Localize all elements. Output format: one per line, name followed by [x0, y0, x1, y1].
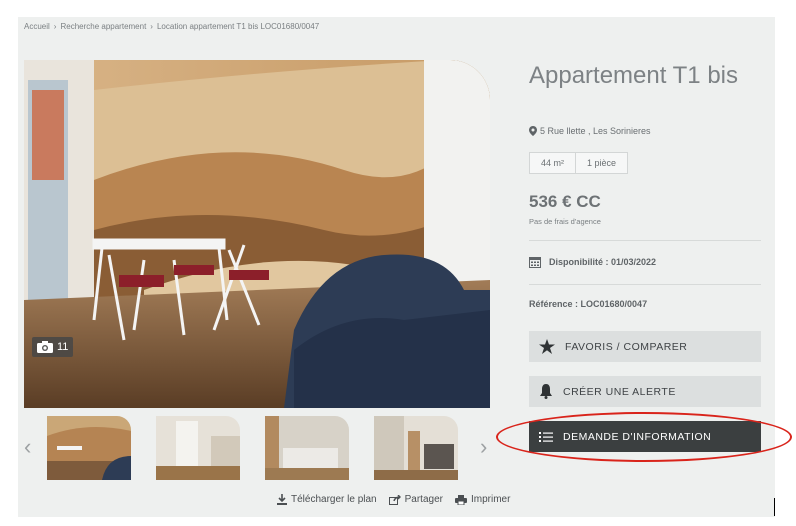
address-text: 5 Rue llette , Les Sorinieres: [540, 126, 651, 136]
download-plan-label: Télécharger le plan: [291, 494, 377, 505]
download-plan-link[interactable]: Télécharger le plan: [277, 494, 377, 505]
rooms-chip: 1 pièce: [576, 152, 629, 174]
star-icon: [539, 339, 555, 354]
breadcrumb: Accueil › Recherche appartement › Locati…: [24, 22, 319, 31]
print-link[interactable]: Imprimer: [454, 494, 511, 505]
reference: Référence : LOC01680/0047: [529, 299, 648, 309]
bell-icon: [540, 384, 552, 399]
breadcrumb-separator: ›: [150, 22, 153, 31]
photo-actions: Télécharger le plan Partager Imprimer: [277, 494, 510, 505]
chevron-right-icon[interactable]: ›: [480, 436, 487, 458]
availability-text: Disponibilité : 01/03/2022: [549, 257, 657, 267]
list-icon: [539, 431, 553, 442]
main-photo[interactable]: [24, 60, 490, 408]
listing-price: 536 € CC: [529, 192, 601, 211]
share-icon: [388, 494, 401, 505]
breadcrumb-current: Location appartement T1 bis LOC01680/004…: [156, 22, 320, 31]
agency-fees-note: Pas de frais d'agence: [529, 217, 601, 226]
photo-count-badge[interactable]: 11: [32, 337, 74, 357]
map-pin-icon: [529, 126, 537, 136]
information-request-label: DEMANDE D'INFORMATION: [563, 430, 712, 443]
divider: [529, 284, 761, 285]
photo-count: 11: [57, 341, 69, 353]
divider: [529, 240, 761, 241]
share-link[interactable]: Partager: [388, 494, 443, 505]
listing-features: 44 m² 1 pièce: [529, 152, 629, 174]
chevron-left-icon[interactable]: ‹: [24, 436, 31, 458]
favoris-compare-button[interactable]: FAVORIS / COMPARER: [529, 331, 761, 362]
information-request-button[interactable]: DEMANDE D'INFORMATION: [529, 421, 761, 452]
thumbnail[interactable]: [374, 416, 458, 480]
listing-address: 5 Rue llette , Les Sorinieres: [529, 126, 651, 136]
breadcrumb-search[interactable]: Recherche appartement: [60, 22, 146, 31]
surface-chip: 44 m²: [529, 152, 577, 174]
thumbnail[interactable]: [156, 416, 240, 480]
favoris-compare-label: FAVORIS / COMPARER: [565, 340, 688, 353]
print-icon: [454, 494, 467, 505]
availability: Disponibilité : 01/03/2022: [529, 256, 656, 268]
print-label: Imprimer: [470, 494, 511, 505]
thumbnail[interactable]: [47, 416, 131, 480]
download-icon: [277, 494, 287, 505]
breadcrumb-separator: ›: [53, 22, 57, 31]
camera-icon: [37, 341, 53, 353]
thumbnail[interactable]: [265, 416, 349, 480]
text-cursor: [774, 498, 775, 516]
breadcrumb-home[interactable]: Accueil: [24, 22, 50, 31]
create-alert-label: CRÉER UNE ALERTE: [563, 385, 676, 398]
share-label: Partager: [404, 494, 443, 505]
listing-title: Appartement T1 bis: [529, 62, 739, 89]
create-alert-button[interactable]: CRÉER UNE ALERTE: [529, 376, 761, 407]
calendar-icon: [529, 257, 541, 268]
